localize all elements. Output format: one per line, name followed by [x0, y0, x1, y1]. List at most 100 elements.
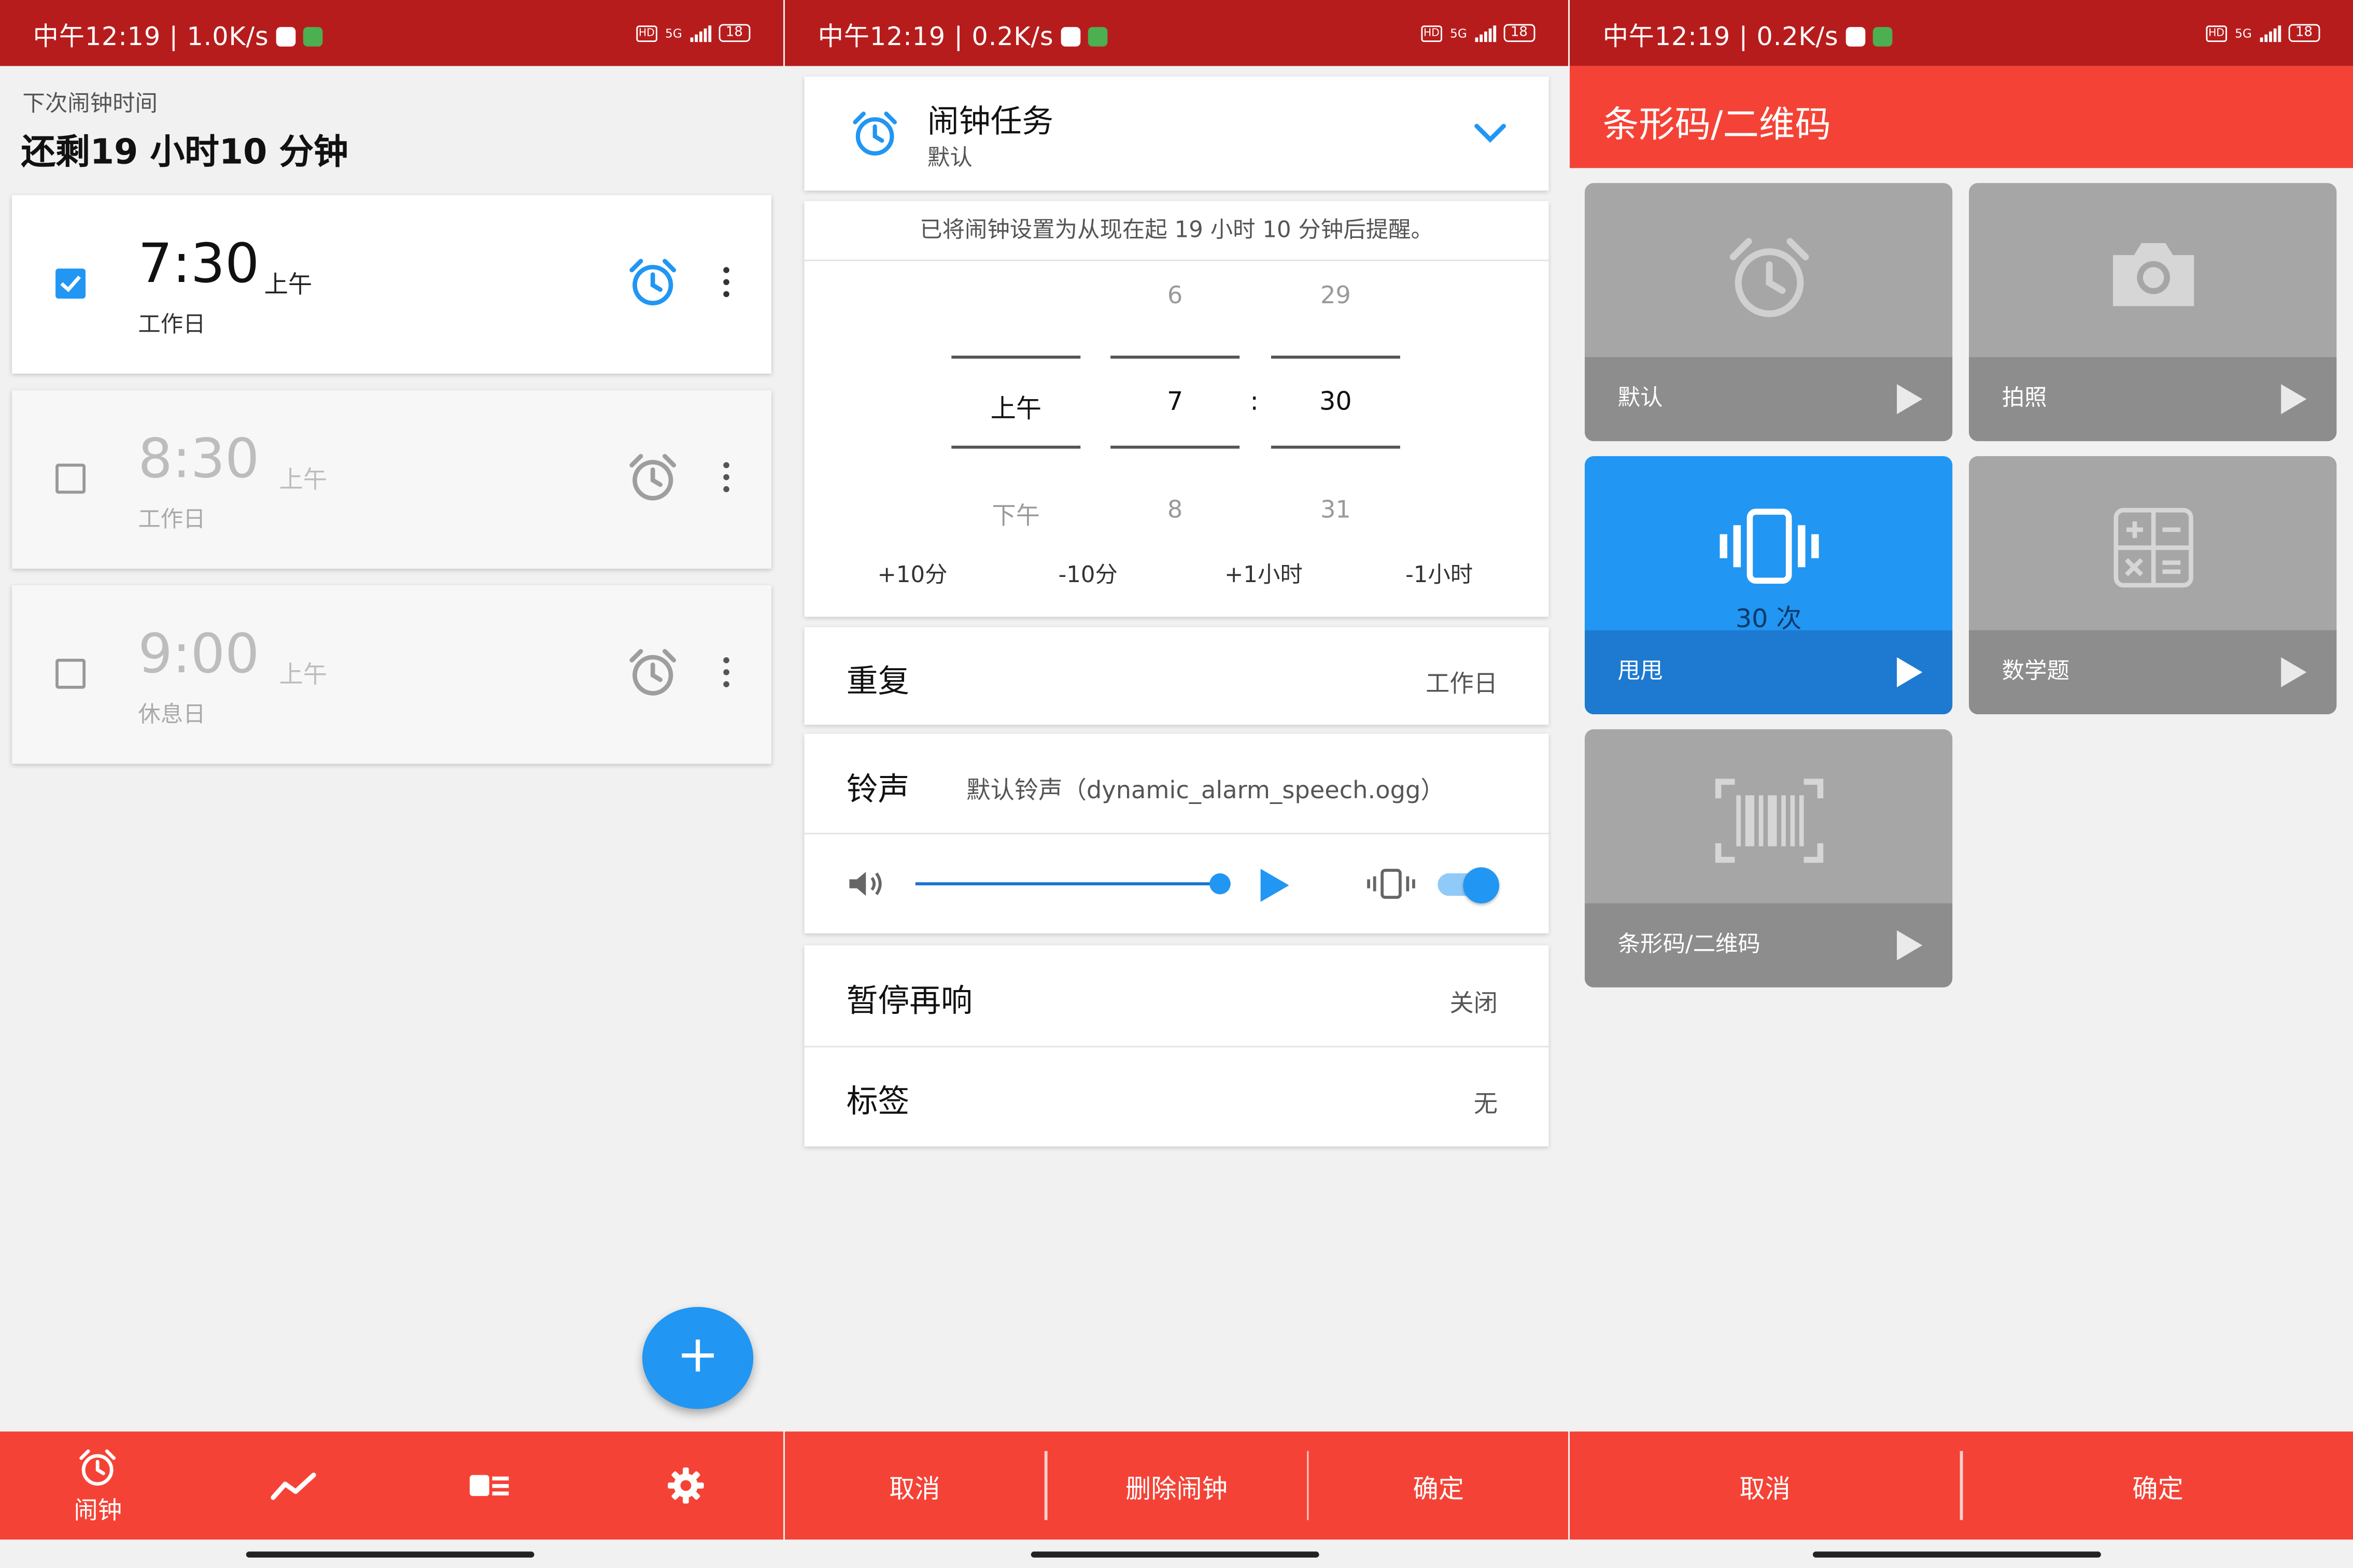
alarm-info-banner: 已将闹钟设置为从现在起 19 小时 10 分钟后提醒。	[920, 216, 1433, 243]
alarm-time: 7:30	[138, 234, 260, 296]
confirm-button[interactable]: 确定	[1308, 1467, 1568, 1504]
task-tile-photo[interactable]: 拍照	[1969, 183, 2337, 442]
minus-1-hour-button[interactable]: -1小时	[1364, 558, 1514, 590]
tile-label: 甩甩	[1617, 657, 1663, 685]
plus-1-hour-button[interactable]: +1小时	[1189, 558, 1338, 590]
ringtone-value[interactable]: 默认铃声（dynamic_alarm_speech.ogg）	[966, 770, 1444, 806]
app-notification-icon	[1846, 26, 1866, 46]
home-indicator[interactable]	[1031, 1551, 1319, 1558]
alarm-clock-icon[interactable]	[626, 450, 680, 510]
tile-label: 默认	[1617, 384, 1663, 412]
repeat-label: 重复	[846, 663, 910, 700]
tag-row[interactable]: 标签 无	[805, 1048, 1549, 1147]
task-tile-barcode[interactable]: 条形码/二维码	[1584, 729, 1953, 987]
status-time: 中午12:19	[1602, 21, 1731, 52]
play-icon[interactable]	[1897, 657, 1923, 687]
plus-10-min-button[interactable]: +10分	[837, 558, 987, 590]
alarm-card[interactable]: 7:30 上午 工作日	[12, 195, 771, 374]
tile-label: 条形码/二维码	[1617, 930, 1760, 957]
hd-icon: HD	[2205, 24, 2228, 41]
camera-icon	[2112, 243, 2193, 306]
vibrate-icon	[1367, 869, 1415, 899]
battery-icon: 18	[718, 24, 751, 43]
nav-item-alarm[interactable]: 闹钟	[0, 1446, 196, 1525]
minute-above: 29	[1320, 280, 1351, 309]
more-options-icon[interactable]	[723, 267, 729, 303]
wrench-notification-icon	[303, 26, 323, 46]
play-icon[interactable]	[2281, 384, 2307, 414]
next-alarm-label: 下次闹钟时间	[22, 90, 158, 117]
chevron-down-icon[interactable]	[1472, 121, 1508, 145]
snooze-value: 关闭	[1449, 988, 1498, 1018]
minute-below: 31	[1320, 495, 1351, 524]
nav-item-profile[interactable]	[392, 1469, 588, 1502]
ringtone-card: 铃声 默认铃声（dynamic_alarm_speech.ogg）	[804, 733, 1549, 934]
speaker-icon	[849, 871, 882, 896]
status-speed: 1.0K/s	[187, 21, 269, 52]
snooze-row[interactable]: 暂停再响 关闭	[805, 945, 1549, 1046]
task-tile-math[interactable]: 数学题	[1969, 456, 2337, 714]
gear-icon	[667, 1467, 703, 1504]
time-separator: :	[1250, 387, 1259, 417]
play-preview-icon[interactable]	[1260, 869, 1289, 902]
app-notification-icon	[276, 26, 296, 46]
nav-item-stats[interactable]	[196, 1467, 392, 1503]
alarm-ampm: 上午	[279, 465, 328, 494]
volume-slider[interactable]	[915, 872, 1231, 896]
add-alarm-button[interactable]: +	[642, 1307, 754, 1409]
hour-above: 6	[1167, 280, 1183, 309]
task-tile-default[interactable]: 默认	[1584, 183, 1953, 442]
more-options-icon[interactable]	[723, 657, 729, 693]
volume-fill	[915, 882, 1220, 885]
time-picker-card: 已将闹钟设置为从现在起 19 小时 10 分钟后提醒。 6 29 上午 7 : …	[804, 201, 1549, 617]
hour-below: 8	[1167, 495, 1183, 524]
minus-10-min-button[interactable]: -10分	[1013, 558, 1163, 590]
alarm-days: 休息日	[138, 700, 206, 728]
alarm-task-selector[interactable]: 闹钟任务 默认	[804, 76, 1549, 191]
more-options-icon[interactable]	[723, 462, 729, 498]
shake-count: 30 次	[1735, 604, 1802, 635]
status-bar: 中午12:19 | 1.0K/s HD 5G 18	[0, 0, 784, 66]
alarm-enabled-checkbox[interactable]	[55, 269, 86, 299]
home-indicator[interactable]	[246, 1551, 534, 1558]
app-notification-icon	[1061, 26, 1081, 46]
hour-picker[interactable]: 7	[1110, 387, 1239, 417]
nav-item-settings[interactable]	[587, 1464, 783, 1506]
vibrate-toggle[interactable]	[1438, 867, 1499, 903]
delete-alarm-button[interactable]: 删除闹钟	[1047, 1467, 1306, 1504]
ampm-below: 下午	[992, 501, 1040, 530]
confirm-button[interactable]: 确定	[1963, 1467, 2353, 1504]
check-icon	[60, 275, 81, 292]
play-icon[interactable]	[1897, 930, 1923, 960]
battery-icon: 18	[2288, 24, 2320, 43]
barcode-scan-icon	[1714, 779, 1823, 863]
action-bar: 取消 删除闹钟 确定	[785, 1431, 1569, 1540]
network-label: 5G	[1450, 26, 1467, 40]
minute-picker[interactable]: 30	[1271, 387, 1400, 417]
alarm-clock-icon[interactable]	[626, 255, 680, 315]
hd-icon: HD	[1420, 24, 1443, 41]
id-card-list-icon	[470, 1475, 510, 1496]
alarm-card[interactable]: 8:30 上午 工作日	[12, 390, 771, 569]
page-title: 条形码/二维码	[1602, 103, 1831, 146]
signal-icon	[1474, 24, 1496, 41]
cancel-button[interactable]: 取消	[785, 1467, 1045, 1504]
hour-selected: 7	[1166, 387, 1183, 417]
task-tile-shake[interactable]: 30 次 甩甩	[1584, 456, 1953, 714]
ampm-picker[interactable]: 上午	[951, 387, 1080, 425]
volume-thumb[interactable]	[1209, 873, 1231, 895]
alarm-card[interactable]: 9:00 上午 休息日	[12, 585, 771, 764]
status-time: 中午12:19	[33, 21, 161, 52]
alarm-clock-icon[interactable]	[626, 645, 680, 705]
snooze-label: 暂停再响	[846, 983, 973, 1019]
alarm-enabled-checkbox[interactable]	[55, 658, 86, 689]
wrench-notification-icon	[1873, 26, 1893, 46]
play-icon[interactable]	[2281, 657, 2307, 687]
cancel-button[interactable]: 取消	[1570, 1467, 1960, 1504]
play-icon[interactable]	[1897, 384, 1923, 414]
status-time: 中午12:19	[818, 21, 946, 52]
home-indicator[interactable]	[1812, 1551, 2101, 1558]
repeat-row[interactable]: 重复 工作日	[804, 627, 1549, 725]
alarm-enabled-checkbox[interactable]	[55, 463, 86, 494]
action-bar: 取消 确定	[1570, 1431, 2353, 1540]
